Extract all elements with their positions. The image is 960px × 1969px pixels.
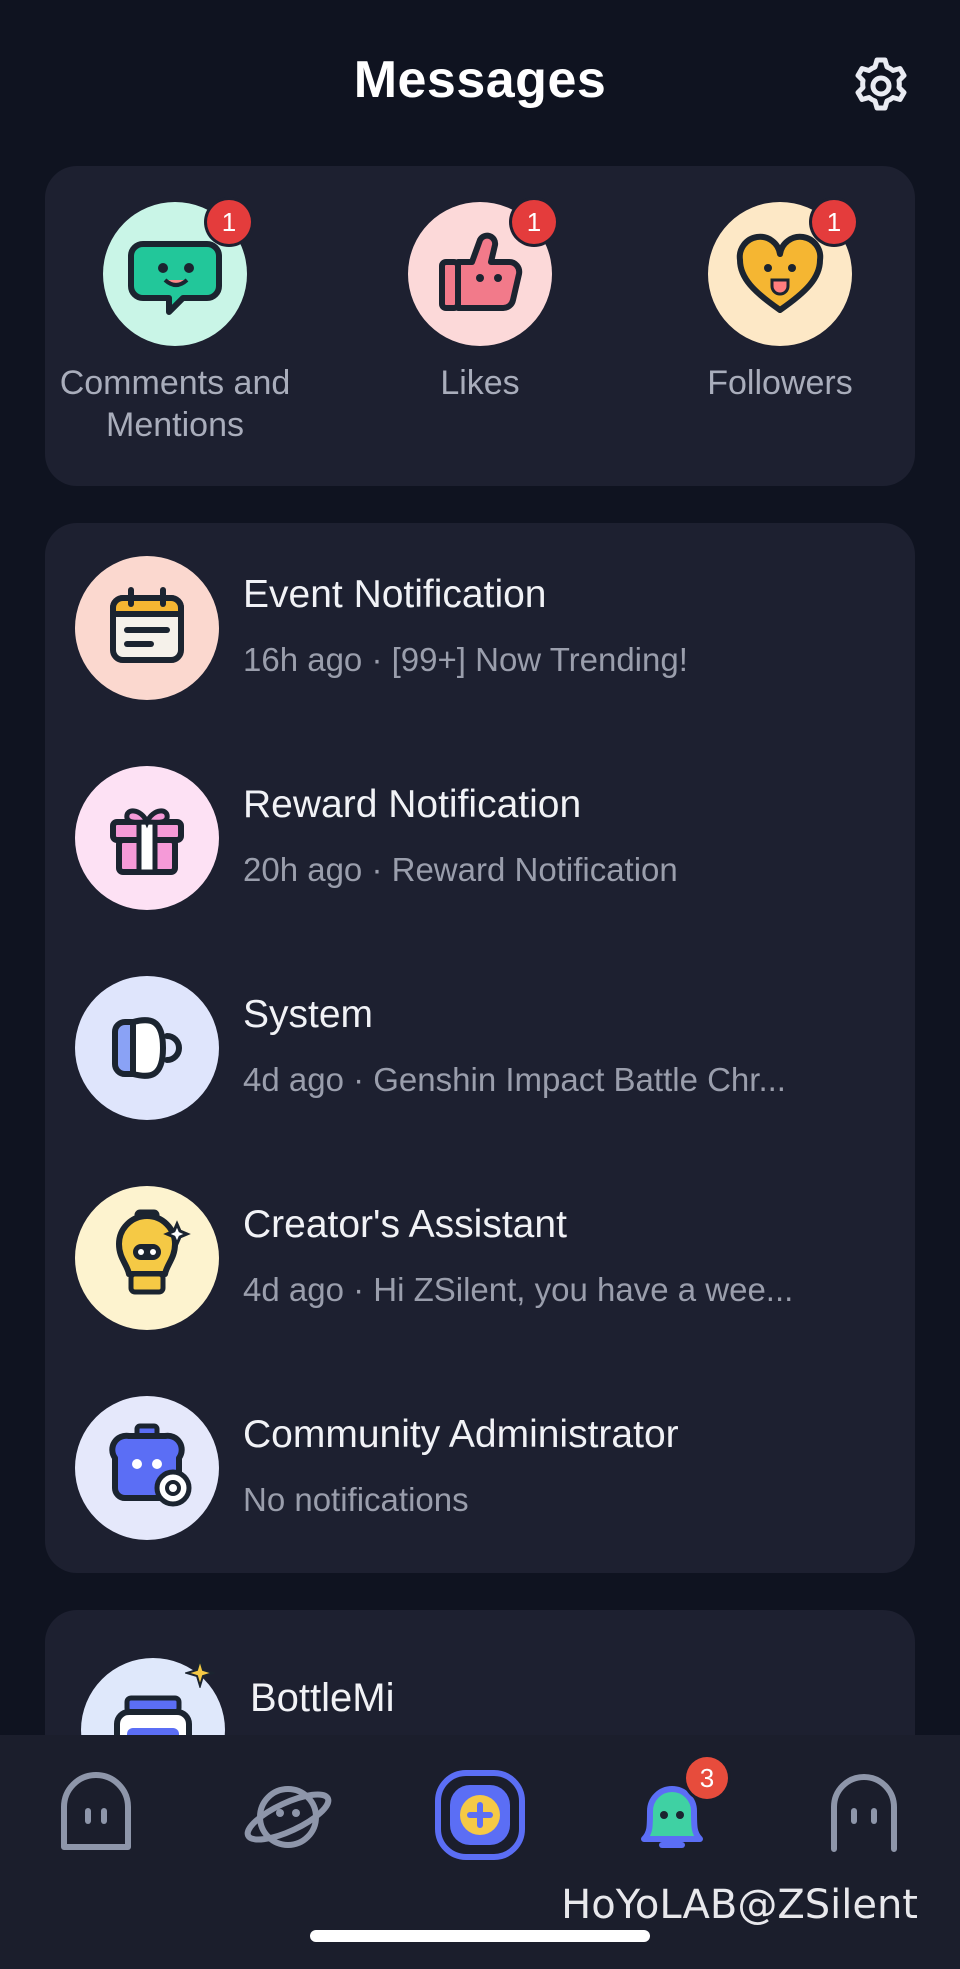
home-ghost-icon: [61, 1772, 131, 1850]
item-preview: Genshin Impact Battle Chr...: [373, 1061, 786, 1098]
tab-notifications[interactable]: 3: [622, 1757, 728, 1865]
notification-list: Event Notification 16h ago · [99+] Now T…: [45, 523, 915, 1573]
item-title: System: [243, 993, 374, 1036]
unread-badge: 1: [512, 200, 556, 244]
quick-label: Followers: [707, 364, 853, 402]
item-subtitle: 16h ago · [99+] Now Trending!: [243, 641, 688, 678]
list-item-reward-notification[interactable]: Reward Notification 20h ago · Reward Not…: [75, 763, 895, 913]
item-title: Reward Notification: [243, 783, 582, 826]
item-subtitle: No notifications: [243, 1481, 469, 1518]
tab-explore[interactable]: [238, 1765, 338, 1865]
item-subtitle: 20h ago · Reward Notification: [243, 851, 678, 888]
unread-badge: 1: [812, 200, 856, 244]
notification-count-badge: 3: [686, 1757, 728, 1799]
item-time: 16h ago: [243, 641, 363, 678]
quick-label: Comments and Mentions: [59, 364, 291, 444]
item-title: Community Administrator: [243, 1413, 679, 1456]
tab-create[interactable]: [430, 1765, 530, 1865]
quick-followers[interactable]: 1 Followers: [650, 200, 910, 404]
admin-mascot-icon: [75, 1396, 219, 1540]
quick-label: Likes: [440, 364, 520, 402]
thumbs-up-icon: 1: [408, 200, 556, 346]
list-item-system[interactable]: System 4d ago · Genshin Impact Battle Ch…: [75, 973, 895, 1123]
tab-profile[interactable]: [814, 1765, 914, 1865]
unread-badge: 1: [207, 200, 251, 244]
header: Messages: [0, 0, 960, 160]
tab-home[interactable]: [46, 1765, 146, 1865]
item-time: 4d ago: [243, 1061, 344, 1098]
list-item-community-administrator[interactable]: Community Administrator No notifications: [75, 1393, 895, 1543]
list-item-event-notification[interactable]: Event Notification 16h ago · [99+] Now T…: [75, 553, 895, 703]
gift-icon: [75, 766, 219, 910]
chat-name: BottleMi: [250, 1676, 395, 1720]
quick-likes[interactable]: 1 Likes: [350, 200, 610, 404]
megaphone-icon: [75, 976, 219, 1120]
gear-icon[interactable]: [850, 55, 912, 117]
planet-icon: [244, 1786, 332, 1848]
item-preview: Reward Notification: [391, 851, 678, 888]
page-title: Messages: [353, 51, 607, 109]
list-item-creators-assistant[interactable]: Creator's Assistant 4d ago · Hi ZSilent,…: [75, 1183, 895, 1333]
item-time: 20h ago: [243, 851, 363, 888]
plus-icon: [435, 1770, 525, 1860]
home-indicator: [310, 1930, 650, 1942]
heart-icon: 1: [708, 200, 856, 346]
item-time: 4d ago: [243, 1271, 344, 1308]
calendar-icon: [75, 556, 219, 700]
item-title: Creator's Assistant: [243, 1203, 567, 1246]
sparkle-icon: [183, 1656, 217, 1693]
item-preview: [99+] Now Trending!: [391, 641, 688, 678]
item-subtitle: 4d ago · Genshin Impact Battle Chr...: [243, 1061, 786, 1098]
quick-comments-mentions[interactable]: 1 Comments and Mentions: [45, 200, 305, 446]
comment-bubble-icon: 1: [103, 200, 251, 346]
quick-actions-card: 1 Comments and Mentions 1 Likes 1 Follow…: [45, 166, 915, 486]
profile-ghost-icon: [831, 1774, 897, 1852]
lightbulb-mascot-icon: [75, 1186, 219, 1330]
watermark: HoYoLAB@ZSilent: [561, 1882, 918, 1928]
item-title: Event Notification: [243, 573, 547, 616]
item-subtitle: 4d ago · Hi ZSilent, you have a wee...: [243, 1271, 794, 1308]
item-preview: Hi ZSilent, you have a wee...: [373, 1271, 794, 1308]
